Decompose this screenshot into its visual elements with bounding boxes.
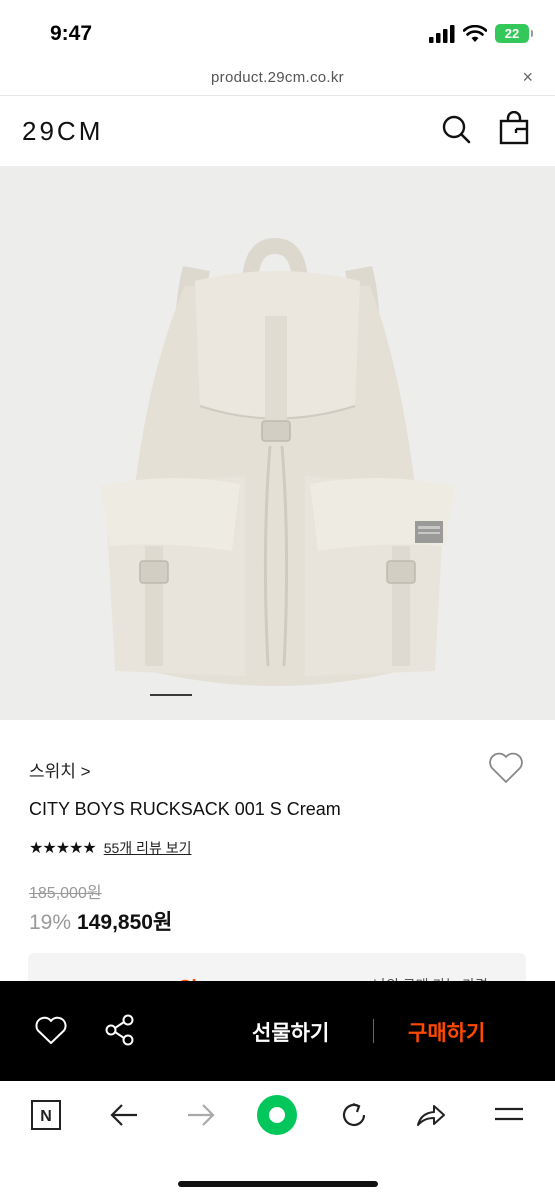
- slider-indicator: [150, 694, 192, 696]
- url-bar[interactable]: product.29cm.co.kr ×: [0, 62, 555, 96]
- heart-outline-icon[interactable]: [487, 750, 525, 786]
- site-logo[interactable]: 29CM: [22, 116, 103, 147]
- purchase-bar: 선물하기 구매하기: [0, 981, 555, 1081]
- n-label: N: [40, 1108, 52, 1125]
- gift-button[interactable]: 선물하기: [252, 1017, 329, 1047]
- url-text[interactable]: product.29cm.co.kr: [0, 69, 555, 86]
- site-header: 29CM: [0, 96, 555, 166]
- brand-link[interactable]: 스위치 >: [29, 757, 91, 782]
- status-time: 9:47: [50, 22, 93, 45]
- battery-level: 22: [504, 26, 520, 41]
- shopping-bag-icon[interactable]: [498, 111, 530, 145]
- signal-icon: [429, 24, 455, 43]
- product-name: CITY BOYS RUCKSACK 001 S Cream: [29, 799, 341, 819]
- refresh-icon[interactable]: [334, 1095, 374, 1135]
- green-home-icon[interactable]: [256, 1094, 298, 1136]
- heart-icon[interactable]: [34, 1015, 68, 1047]
- back-arrow-icon[interactable]: [104, 1095, 144, 1135]
- battery-icon: 22: [495, 24, 533, 43]
- forward-arrow-icon[interactable]: [181, 1095, 221, 1135]
- status-icons: 22: [429, 24, 533, 43]
- buy-button[interactable]: 구매하기: [408, 1017, 485, 1047]
- original-price: 185,000원: [29, 885, 102, 902]
- product-image[interactable]: [0, 166, 555, 720]
- backpack-illustration: [100, 237, 455, 686]
- naver-n-icon[interactable]: N: [26, 1095, 66, 1135]
- menu-icon[interactable]: [489, 1095, 529, 1135]
- discount-rate: 19%: [29, 911, 72, 934]
- sale-price-row: 19% 149,850원: [29, 906, 172, 936]
- rating-row: ★★★★★ 55개 리뷰 보기: [29, 838, 191, 858]
- home-indicator: [178, 1181, 378, 1187]
- share-arrow-icon[interactable]: [411, 1095, 451, 1135]
- status-bar: 9:47 22: [0, 0, 555, 62]
- sale-price: 149,850원: [77, 911, 173, 934]
- wifi-icon: [463, 24, 487, 42]
- rating-stars: ★★★★★: [29, 840, 97, 857]
- review-link[interactable]: 55개 리뷰 보기: [104, 838, 192, 858]
- search-icon[interactable]: [440, 113, 472, 145]
- divider: [373, 1019, 374, 1043]
- share-icon[interactable]: [104, 1013, 136, 1047]
- browser-toolbar: N: [0, 1081, 555, 1200]
- close-icon[interactable]: ×: [522, 67, 533, 88]
